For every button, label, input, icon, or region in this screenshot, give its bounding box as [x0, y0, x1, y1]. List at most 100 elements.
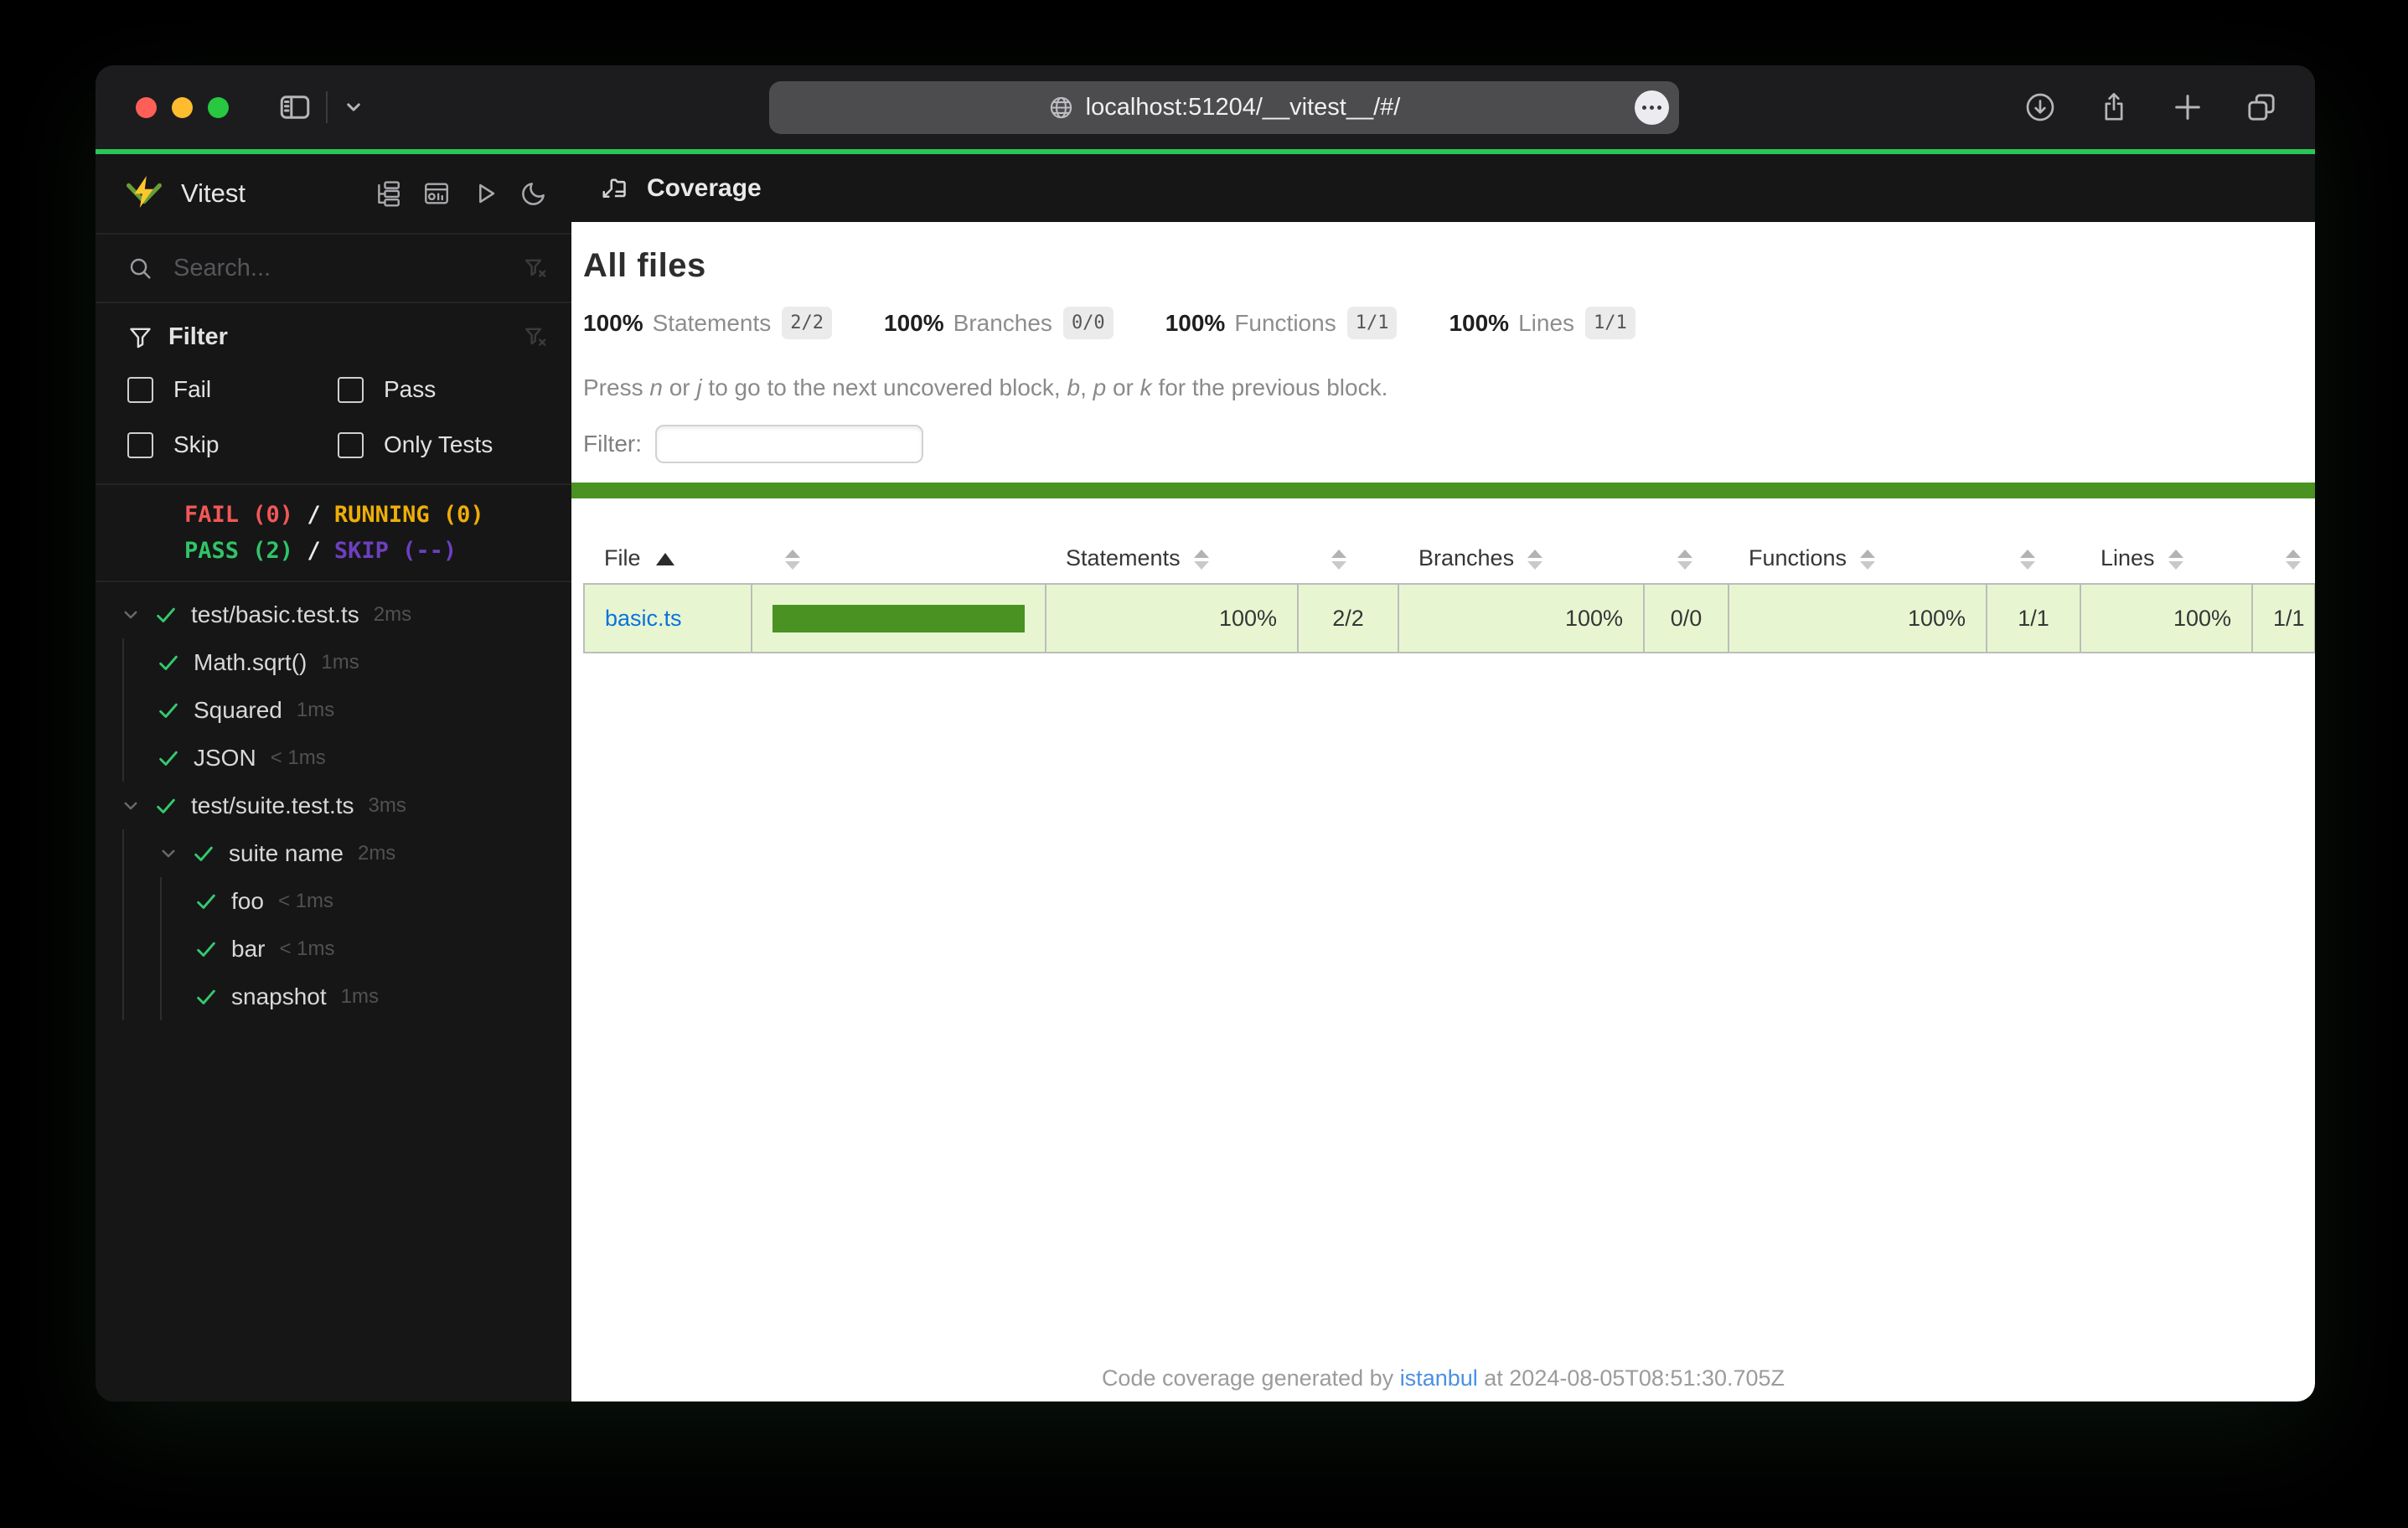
checkbox-only-tests[interactable] — [338, 431, 364, 458]
test-duration: < 1ms — [279, 937, 335, 960]
dark-mode-moon-icon[interactable] — [519, 179, 548, 208]
sidebar-actions — [374, 179, 548, 208]
tree-item-foo[interactable]: foo < 1ms — [96, 877, 571, 925]
test-name: test/suite.test.ts — [191, 792, 354, 818]
coverage-filter-input[interactable] — [655, 425, 923, 463]
table-row: basic.ts 100% 2/2 100% 0/0 100% 1/1 100%… — [583, 583, 2315, 653]
sort-asc-icon — [655, 553, 674, 566]
tree-item-bar[interactable]: bar < 1ms — [96, 925, 571, 973]
cell-branches-raw: 0/0 — [1643, 583, 1729, 653]
close-window-button[interactable] — [136, 96, 157, 118]
file-link[interactable]: basic.ts — [605, 606, 682, 631]
sorter-icon[interactable] — [1677, 549, 1692, 570]
column-header-functions-raw[interactable] — [1987, 534, 2080, 584]
tree-item-snapshot[interactable]: snapshot 1ms — [96, 973, 571, 1020]
coverage-filter-label: Filter: — [583, 431, 642, 457]
clear-filter-icon[interactable] — [522, 256, 548, 281]
test-name: suite name — [229, 839, 344, 866]
sorter-icon[interactable] — [2020, 549, 2035, 570]
test-duration: < 1ms — [270, 746, 326, 769]
test-duration: < 1ms — [277, 889, 333, 912]
download-icon[interactable] — [2023, 90, 2057, 124]
metric-functions: 100% Functions 1/1 — [1165, 307, 1398, 339]
globe-icon — [1048, 95, 1074, 121]
sorter-icon[interactable] — [2168, 549, 2183, 570]
column-header-statements[interactable]: Statements — [1046, 534, 1298, 584]
sorter-icon[interactable] — [1860, 549, 1876, 570]
tree-item-test-suite-test-ts[interactable]: test/suite.test.ts 3ms — [96, 782, 571, 829]
coverage-bar-fill — [773, 604, 1025, 632]
tree-item-json[interactable]: JSON < 1ms — [96, 734, 571, 782]
tree-item-suite-name[interactable]: suite name 2ms — [96, 829, 571, 877]
column-header-chart[interactable] — [752, 534, 1046, 584]
coverage-metrics: 100% Statements 2/2 100% Branches 0/0 100%… — [583, 307, 2303, 339]
minimize-window-button[interactable] — [172, 96, 193, 118]
app-title: Vitest — [181, 178, 245, 208]
metric-fraction: 1/1 — [1585, 307, 1635, 339]
checkbox-fail[interactable] — [127, 376, 153, 403]
share-icon[interactable] — [2097, 90, 2131, 124]
cell-statements-raw: 2/2 — [1297, 583, 1399, 653]
cell-file: basic.ts — [583, 583, 752, 653]
istanbul-link[interactable]: istanbul — [1400, 1365, 1478, 1391]
checkbox-pass[interactable] — [338, 376, 364, 403]
sorter-icon[interactable] — [1527, 549, 1543, 570]
search-input[interactable] — [172, 253, 522, 283]
column-header-functions[interactable]: Functions — [1728, 534, 1987, 584]
search-bar — [96, 235, 571, 303]
tree-item-test-basic-test-ts[interactable]: test/basic.test.ts 2ms — [96, 591, 571, 638]
test-run-summary: FAIL (0) / RUNNING (0) PASS (2) / SKIP (… — [96, 485, 571, 582]
zoom-window-button[interactable] — [208, 96, 229, 118]
vitest-logo-icon — [124, 173, 164, 214]
chevron-down-icon[interactable] — [341, 95, 366, 120]
sorter-icon[interactable] — [1193, 549, 1209, 570]
column-header-branches[interactable]: Branches — [1398, 534, 1644, 584]
new-tab-plus-icon[interactable] — [2171, 90, 2204, 124]
sidebar-toggle-icon[interactable] — [277, 90, 313, 125]
vitest-app: Vitest Search... Filter Fail Pass Skip O… — [96, 154, 2315, 1402]
clear-filter-icon[interactable] — [522, 324, 548, 350]
column-header-lines-raw[interactable] — [2252, 534, 2315, 584]
main-panel: Coverage All files 100% Statements 2/2 10… — [571, 154, 2315, 1402]
chevron-down-icon[interactable] — [118, 793, 143, 818]
browser-window: localhost:51204/__vitest__/#/ Vitest Sea… — [96, 65, 2315, 1402]
filter-option-only-tests[interactable]: Only Tests — [338, 431, 548, 458]
filter-option-skip[interactable]: Skip — [127, 431, 338, 458]
filter-option-pass[interactable]: Pass — [338, 376, 548, 403]
filter-option-fail[interactable]: Fail — [127, 376, 338, 403]
pass-check-icon — [156, 650, 181, 675]
column-header-lines[interactable]: Lines — [2080, 534, 2252, 584]
more-ellipsis-icon[interactable] — [1635, 90, 1669, 125]
tree-item-squared[interactable]: Squared 1ms — [96, 686, 571, 734]
sorter-icon[interactable] — [2286, 549, 2301, 570]
metric-branches: 100% Branches 0/0 — [884, 307, 1114, 339]
column-header-file[interactable]: File — [584, 534, 752, 584]
pass-check-icon — [194, 984, 219, 1009]
summary-line-2: PASS (2) / SKIP (--) — [184, 538, 457, 564]
indent-guide — [160, 877, 162, 925]
tab-overview-icon[interactable] — [2245, 90, 2278, 124]
test-name: Math.sqrt() — [194, 648, 307, 675]
sidebar: Vitest Search... Filter Fail Pass Skip O… — [96, 154, 571, 1402]
tree-view-icon[interactable] — [374, 179, 402, 208]
test-name: snapshot — [231, 983, 327, 1009]
indent-guide — [122, 877, 124, 925]
chevron-down-icon[interactable] — [156, 841, 181, 866]
tree-item-math-sqrt[interactable]: Math.sqrt() 1ms — [96, 638, 571, 686]
summary-line-1: FAIL (0) / RUNNING (0) — [184, 502, 484, 528]
coverage-title: Coverage — [647, 173, 762, 202]
pass-check-icon — [153, 602, 178, 627]
column-header-statements-raw[interactable] — [1298, 534, 1398, 584]
sorter-icon[interactable] — [785, 549, 800, 570]
column-header-branches-raw[interactable] — [1644, 534, 1728, 584]
run-all-icon[interactable] — [471, 179, 499, 208]
sorter-icon[interactable] — [1331, 549, 1346, 570]
url-text: localhost:51204/__vitest__/#/ — [1085, 94, 1401, 121]
checkbox-skip[interactable] — [127, 431, 153, 458]
chevron-down-icon[interactable] — [118, 602, 143, 627]
pass-check-icon — [153, 793, 178, 818]
pass-check-icon — [156, 746, 181, 771]
pass-check-icon — [194, 889, 219, 914]
address-bar[interactable]: localhost:51204/__vitest__/#/ — [769, 81, 1679, 134]
dashboard-icon[interactable] — [422, 179, 451, 208]
